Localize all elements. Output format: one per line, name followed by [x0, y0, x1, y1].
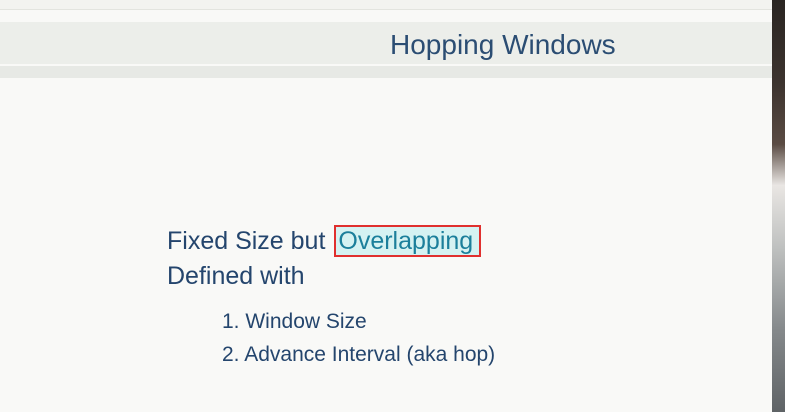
- list-item: 2. Advance Interval (aka hop): [222, 341, 495, 374]
- body-line-1: Fixed Size but Overlapping: [167, 225, 482, 257]
- slide: Hopping Windows Fixed Size but Overlappi…: [0, 0, 785, 412]
- background-photo-edge: [772, 0, 785, 412]
- highlighted-word: Overlapping: [334, 225, 482, 257]
- list-item: 1. Window Size: [222, 308, 495, 341]
- title-bar-underline: [0, 66, 785, 78]
- body-line-2: Defined with: [167, 262, 305, 290]
- top-band: [0, 0, 772, 10]
- list-item-number: 1.: [222, 310, 240, 333]
- body-line-1-prefix: Fixed Size but: [167, 227, 326, 255]
- list-item-text: Window Size: [245, 310, 367, 333]
- list-item-text: Advance Interval (aka hop): [244, 343, 496, 366]
- slide-title: Hopping Windows: [390, 29, 616, 60]
- numbered-list: 1. Window Size 2. Advance Interval (aka …: [222, 308, 495, 374]
- list-item-number: 2.: [222, 343, 240, 366]
